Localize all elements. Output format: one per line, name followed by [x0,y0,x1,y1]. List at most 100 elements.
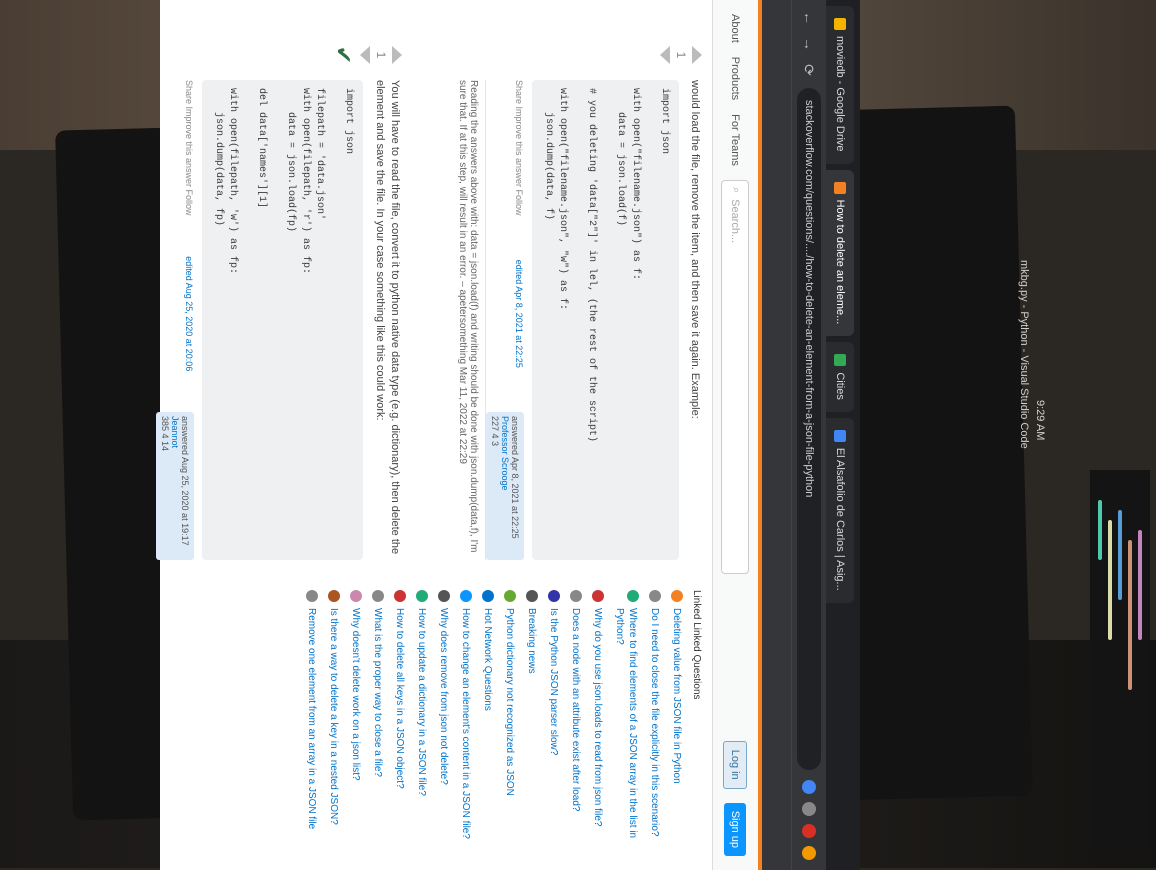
code-line [1098,500,1102,560]
question-icon [328,590,340,602]
bookmarks-bar [761,0,792,870]
vote-cell-1: 1 [660,40,702,70]
sidebar-link[interactable]: Remove one element from an array in a JS… [305,590,318,850]
nav-about[interactable]: About [730,14,742,43]
nav-for-teams[interactable]: For Teams [730,114,742,166]
user-rep: 385 4 14 [160,415,171,452]
sidebar-link-text: How to delete all keys in a JSON object? [394,608,405,789]
user-name[interactable]: Professor Scrooge [500,416,510,556]
tab-portfolio[interactable]: El Alsafolio de Carlos | Asig... [826,417,854,603]
sidebar-link-text: Why does remove from json not delete? [438,608,449,785]
accepted-check-icon: ✔ [331,45,356,65]
so-header: About Products For Teams ⌕ Search... Log… [712,0,758,870]
sidebar-link[interactable]: Breaking news [525,590,538,850]
nav-products[interactable]: Products [730,57,742,100]
sidebar-link[interactable]: Is there a way to delete a key in a nest… [327,590,340,850]
tab-drive[interactable]: moviedb - Google Drive [826,6,854,164]
signup-button[interactable]: Sign up [724,802,747,856]
reload-icon[interactable]: ⟳ [801,62,818,78]
downvote-icon[interactable] [360,46,370,64]
sidebar-link-text: Why doesn't delete work on a json list? [350,608,361,781]
question-icon [592,590,604,602]
comment: Reading the answers above with: data = j… [451,80,487,560]
sheets-icon [834,354,846,367]
question-icon [460,590,472,602]
sidebar-link[interactable]: Python dictionary not recognized as JSON [503,590,516,850]
sidebar-link-text: How to change an element's content in a … [460,608,471,839]
edited-link[interactable]: edited Apr 8, 2021 at 22:25 [486,260,524,368]
sidebar-link-text: How to update a dictionary in a JSON fil… [416,608,427,796]
code-line [1138,530,1142,640]
sidebar-link-text: Is the Python JSON parser slow? [548,608,559,756]
sidebar-link[interactable]: Does a node with an attribute exist afte… [569,590,582,850]
answer-text: would load the file, remove the item, an… [689,80,701,419]
downvote-icon[interactable] [660,46,670,64]
sidebar-link-text: Deleting value from JSON file in Python [671,608,682,784]
question-icon [372,590,384,602]
profile-icon[interactable] [802,846,816,860]
taskbar-window-title[interactable]: mkbg.py - Python - Visual Studio Code [1018,260,1030,449]
answer-1: would load the file, remove the item, an… [451,80,702,560]
upvote-icon[interactable] [392,46,402,64]
edited-link[interactable]: edited Aug 25, 2020 at 20:06 [156,256,194,371]
sidebar-link[interactable]: How to delete all keys in a JSON object? [393,590,406,850]
vote-cell-2: 1 ✔ [330,40,402,70]
tab-cities[interactable]: Cities [826,342,854,412]
sidebar-link[interactable]: Do I need to close the file explicitly i… [648,590,661,850]
question-icon [526,590,538,602]
question-icon [627,590,639,602]
tab-bar: moviedb - Google Drive How to delete an … [826,0,860,870]
question-icon [649,590,661,602]
sidebar-list: Deleting value from JSON file in Python D… [305,590,683,850]
question-icon [548,590,560,602]
answered-time: answered Apr 8, 2021 at 22:25 [510,416,521,539]
sidebar-link[interactable]: How to update a dictionary in a JSON fil… [415,590,428,850]
forward-icon[interactable]: → [801,36,817,52]
sidebar-link-text: Remove one element from an array in a JS… [306,608,317,830]
extension-icon[interactable] [802,824,816,838]
second-monitor-terminal [1090,470,1150,850]
tab-stackoverflow[interactable]: How to delete an eleme... [826,169,854,337]
check-icon[interactable] [802,802,816,816]
sidebar-link[interactable]: What is the proper way to close a file? [371,590,384,850]
sidebar-link-text: What is the proper way to close a file? [372,608,383,777]
answer-text: You will have to read the file, convert … [373,80,401,555]
stackoverflow-icon [834,181,846,194]
post-meta: Share Improve this answer Follow edited … [486,80,525,560]
sidebar-link-text: Why do you use json.loads to read from j… [592,608,603,827]
sidebar-link[interactable]: Why does remove from json not delete? [437,590,450,850]
tab-label: How to delete an eleme... [834,199,846,325]
page-content: 1 would load the file, remove the item, … [156,0,712,870]
search-icon: ⌕ [730,186,742,194]
vote-count: 1 [674,51,688,59]
user-rep: 227 4 3 [490,416,501,447]
sidebar-link[interactable]: Why do you use json.loads to read from j… [591,590,604,850]
drive-icon [834,18,846,30]
login-button[interactable]: Log in [723,740,748,789]
back-icon[interactable]: ← [801,10,817,26]
sidebar: Linked Linked Questions Deleting value f… [296,590,702,850]
sidebar-link[interactable]: Where to find elements of a JSON array i… [613,590,639,850]
user-name[interactable]: Jeannot [170,416,180,556]
chrome-icon[interactable] [802,780,816,794]
sidebar-link[interactable]: Hot Network Questions [481,590,494,850]
upvote-icon[interactable] [692,46,702,64]
sidebar-link-text: Hot Network Questions [482,608,493,711]
extensions [802,780,816,860]
search-input[interactable]: ⌕ Search... [721,179,750,574]
question-icon [306,590,318,602]
url-field[interactable]: stackoverflow.com/questions/..../how-to-… [797,88,821,770]
sidebar-link-text: Breaking news [526,608,537,674]
sidebar-link[interactable]: Why doesn't delete work on a json list? [349,590,362,850]
answered-time: answered Aug 25, 2020 at 19:17 [180,415,191,546]
share-links[interactable]: Share Improve this answer Follow [156,80,194,216]
sidebar-link[interactable]: How to change an element's content in a … [459,590,472,850]
code-line [1108,520,1112,640]
share-links[interactable]: Share Improve this answer Follow [486,80,524,216]
user-card: answered Aug 25, 2020 at 19:17 Jeannot 3… [156,411,195,560]
sidebar-link-text: Python dictionary not recognized as JSON [504,608,515,796]
sidebar-link[interactable]: Deleting value from JSON file in Python [670,590,683,850]
so-top-accent [758,0,762,870]
taskbar-clock: 9:29 AM [1034,400,1046,441]
sidebar-link[interactable]: Is the Python JSON parser slow? [547,590,560,850]
